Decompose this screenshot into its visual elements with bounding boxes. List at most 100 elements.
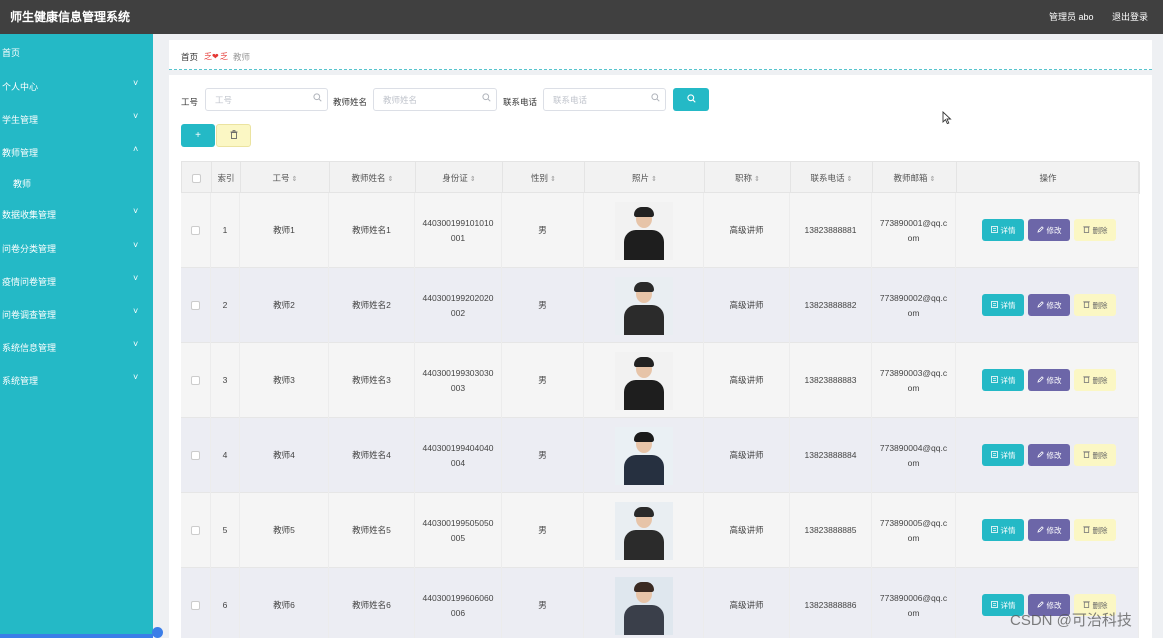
- sidebar-item-questionnaire-survey[interactable]: 问卷调查管理 ˅: [0, 303, 153, 323]
- breadcrumb-home[interactable]: 首页: [181, 51, 198, 63]
- view-detail-button[interactable]: 详情: [982, 294, 1024, 316]
- column-header-photo[interactable]: 照片 ⇕: [585, 162, 705, 194]
- search-icon: [686, 93, 696, 103]
- column-header-label: 教师邮箱: [893, 173, 928, 183]
- cell-gender: 男: [502, 343, 584, 418]
- sidebar-item-data-collection[interactable]: 数据收集管理 ˅: [0, 203, 153, 223]
- action-label: 修改: [1046, 225, 1062, 235]
- teacher-name-value: 教师姓名6: [352, 600, 391, 611]
- sidebar-item-personal-center[interactable]: 个人中心 ˅: [0, 75, 153, 95]
- sidebar: 首页 个人中心 ˅ 学生管理 ˅ 教师管理 ˄ 教师 数据收集管理 ˅ 问卷分类…: [0, 34, 153, 638]
- cell-id-card: 440300199505050 005: [415, 493, 502, 568]
- teacher-name-value: 教师姓名1: [352, 225, 391, 236]
- sort-icon[interactable]: ⇕: [388, 176, 394, 183]
- teacher-photo[interactable]: [614, 276, 673, 335]
- sidebar-item-teacher-management[interactable]: 教师管理 ˄: [0, 141, 153, 161]
- view-detail-button[interactable]: 详情: [982, 219, 1024, 241]
- column-header-id-card[interactable]: 身份证 ⇕: [416, 162, 503, 194]
- search-icon: [651, 93, 660, 104]
- action-label: 详情: [1000, 300, 1016, 310]
- sort-icon[interactable]: ⇕: [550, 176, 556, 183]
- row-checkbox[interactable]: [191, 526, 200, 535]
- column-header-teacher-name[interactable]: 教师姓名 ⇕: [330, 162, 416, 194]
- delete-button[interactable]: 删除: [1074, 219, 1116, 241]
- sort-icon[interactable]: ⇕: [847, 176, 853, 183]
- staff-id-input[interactable]: [205, 88, 328, 111]
- sidebar-item-system-management[interactable]: 系统管理 ˅: [0, 369, 153, 389]
- row-checkbox[interactable]: [191, 376, 200, 385]
- delete-button[interactable]: 删除: [1074, 369, 1116, 391]
- svg-text:❤: ❤: [212, 52, 219, 61]
- row-checkbox[interactable]: [191, 451, 200, 460]
- cell-phone: 13823888885: [790, 493, 872, 568]
- teacher-photo[interactable]: [614, 351, 673, 410]
- sort-icon[interactable]: ⇕: [754, 176, 760, 183]
- gender-value: 男: [538, 300, 547, 311]
- edit-button[interactable]: 修改: [1028, 369, 1070, 391]
- column-header-label: 身份证: [442, 173, 468, 183]
- search-button[interactable]: [673, 88, 709, 111]
- column-header-email[interactable]: 教师邮箱 ⇕: [873, 162, 957, 194]
- edit-button[interactable]: 修改: [1028, 519, 1070, 541]
- add-teacher-button[interactable]: +: [181, 124, 215, 147]
- teacher-name-input[interactable]: [373, 88, 497, 111]
- column-header-staff-id[interactable]: 工号 ⇕: [241, 162, 330, 194]
- detail-icon: [990, 600, 998, 610]
- teacher-photo[interactable]: [614, 426, 673, 485]
- delete-button[interactable]: 删除: [1074, 444, 1116, 466]
- teacher-photo[interactable]: [614, 501, 673, 560]
- svg-text:乏: 乏: [204, 52, 212, 61]
- cell-id-card: 440300199303030 003: [415, 343, 502, 418]
- sidebar-item-questionnaire-category[interactable]: 问卷分类管理 ˅: [0, 237, 153, 257]
- phone-input[interactable]: [543, 88, 666, 111]
- column-header-gender[interactable]: 性别 ⇕: [503, 162, 585, 194]
- id-card-value: 440300199202020 002: [423, 291, 494, 320]
- watermark: CSDN @可治科技: [1010, 612, 1132, 629]
- sort-icon[interactable]: ⇕: [930, 176, 936, 183]
- sort-icon[interactable]: ⇕: [292, 176, 298, 183]
- row-checkbox[interactable]: [191, 601, 200, 610]
- horizontal-scrollbar[interactable]: [0, 634, 153, 638]
- teacher-photo[interactable]: [614, 201, 673, 260]
- trash-icon: [1082, 450, 1090, 460]
- sort-icon[interactable]: ⇕: [470, 176, 476, 183]
- cell-teacher-name: 教师姓名6: [329, 568, 415, 638]
- cell-title: 高级讲师: [704, 193, 790, 268]
- sort-icon[interactable]: ⇕: [651, 176, 657, 183]
- detail-icon: [990, 300, 998, 310]
- sidebar-item-epidemic-questionnaire[interactable]: 疫情问卷管理 ˅: [0, 270, 153, 290]
- logout-link[interactable]: 退出登录: [1112, 10, 1148, 23]
- view-detail-button[interactable]: 详情: [982, 444, 1024, 466]
- email-value: 773890003@qq.c om: [880, 366, 947, 395]
- batch-delete-button[interactable]: [216, 124, 251, 147]
- select-all-checkbox[interactable]: [192, 174, 201, 184]
- sidebar-item-student-management[interactable]: 学生管理 ˅: [0, 108, 153, 128]
- svg-text:乏: 乏: [220, 52, 228, 61]
- column-header-title[interactable]: 职称 ⇕: [705, 162, 791, 194]
- teacher-photo[interactable]: [614, 576, 673, 635]
- column-header-phone[interactable]: 联系电话 ⇕: [791, 162, 873, 194]
- edit-button[interactable]: 修改: [1028, 294, 1070, 316]
- sidebar-subitem-teacher[interactable]: 教师: [0, 172, 153, 192]
- view-detail-button[interactable]: 详情: [982, 519, 1024, 541]
- email-value: 773890006@qq.c om: [880, 591, 947, 620]
- row-checkbox[interactable]: [191, 226, 200, 235]
- teacher-name-value: 教师姓名3: [352, 375, 391, 386]
- sidebar-item-system-info[interactable]: 系统信息管理 ˅: [0, 336, 153, 356]
- edit-button[interactable]: 修改: [1028, 219, 1070, 241]
- index-value: 4: [222, 450, 228, 461]
- id-card-value: 440300199606060 006: [423, 591, 494, 620]
- detail-icon: [990, 225, 998, 235]
- search-icon: [313, 93, 322, 104]
- edit-icon: [1036, 300, 1044, 310]
- edit-button[interactable]: 修改: [1028, 444, 1070, 466]
- cell-gender: 男: [502, 568, 584, 638]
- row-checkbox[interactable]: [191, 301, 200, 310]
- email-line: 773890001@qq.c: [879, 218, 948, 229]
- scrollbar-handle[interactable]: [152, 627, 163, 638]
- action-label: 删除: [1092, 525, 1108, 535]
- delete-button[interactable]: 删除: [1074, 294, 1116, 316]
- view-detail-button[interactable]: 详情: [982, 369, 1024, 391]
- delete-button[interactable]: 删除: [1074, 519, 1116, 541]
- sidebar-item-home[interactable]: 首页: [0, 41, 153, 61]
